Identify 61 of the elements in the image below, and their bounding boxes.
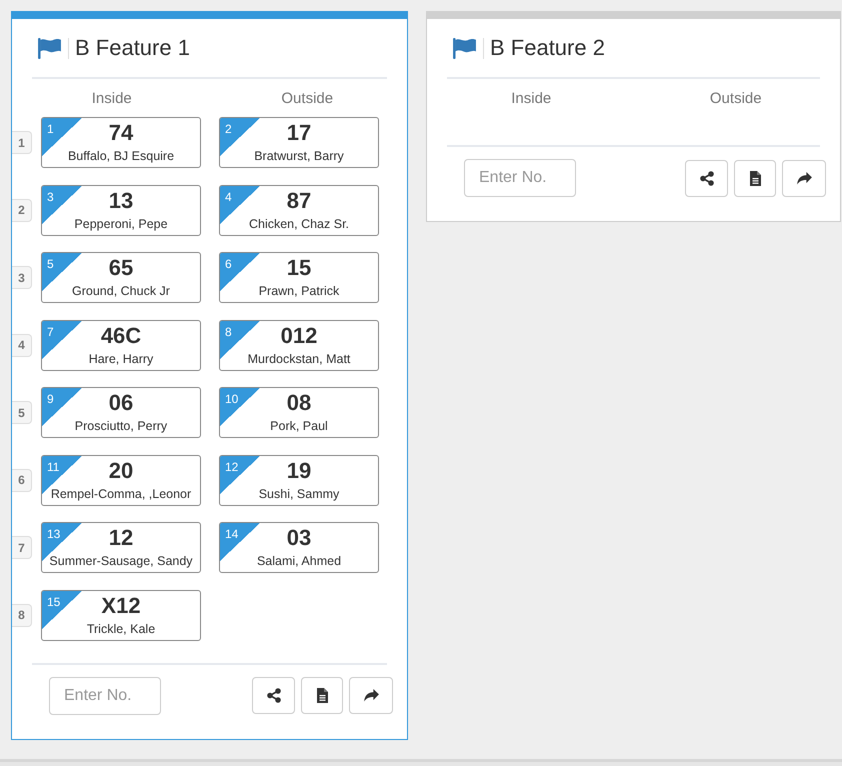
card-number: 06 bbox=[108, 390, 134, 416]
panel-title: B Feature 2 bbox=[490, 35, 605, 61]
row-number: 7 bbox=[12, 536, 32, 559]
document-icon bbox=[316, 688, 328, 703]
player-name: Prawn, Patrick bbox=[258, 283, 340, 299]
card-number: 46C bbox=[100, 322, 142, 348]
player-name: Pork, Paul bbox=[270, 418, 328, 434]
number-input[interactable]: Enter No. bbox=[464, 159, 576, 197]
row-number: 1 bbox=[12, 131, 32, 154]
document-button[interactable] bbox=[734, 160, 776, 196]
share-icon bbox=[700, 170, 714, 186]
player-card[interactable]: 12 19 Sushi, Sammy bbox=[219, 454, 379, 506]
player-card[interactable]: 15 X12 Trickle, Kale bbox=[41, 590, 201, 640]
share-button[interactable] bbox=[685, 160, 728, 196]
row-number: 2 bbox=[12, 198, 32, 222]
position-badge: 10 bbox=[220, 388, 260, 426]
player-name: Trickle, Kale bbox=[86, 620, 156, 636]
column-heading: Inside bbox=[511, 89, 552, 109]
card-number: 03 bbox=[286, 525, 312, 551]
card-number: 17 bbox=[286, 120, 312, 146]
card-number: X12 bbox=[101, 592, 141, 618]
column-heading: Outside bbox=[281, 89, 334, 109]
row-number: 3 bbox=[12, 266, 32, 289]
curved-arrow-icon bbox=[364, 689, 378, 702]
player-card[interactable]: 7 46C Hare, Harry bbox=[41, 320, 201, 370]
share-button[interactable] bbox=[252, 677, 295, 714]
player-card[interactable]: 10 08 Pork, Paul bbox=[219, 387, 379, 438]
document-icon bbox=[750, 170, 760, 186]
position-badge: 15 bbox=[42, 590, 82, 628]
player-name: Hare, Harry bbox=[88, 350, 154, 366]
row-number: 4 bbox=[12, 334, 32, 356]
flag-icon bbox=[38, 38, 61, 58]
number-input[interactable]: Enter No. bbox=[49, 676, 161, 714]
position-badge: 7 bbox=[42, 320, 82, 358]
card-number: 15 bbox=[286, 255, 312, 281]
card-number: 19 bbox=[286, 458, 312, 484]
row-number: 5 bbox=[12, 401, 32, 424]
card-number: 12 bbox=[108, 525, 134, 551]
card-number: 012 bbox=[280, 322, 318, 348]
position-badge: 6 bbox=[220, 253, 260, 291]
forward-button[interactable] bbox=[782, 160, 826, 196]
flag-icon bbox=[453, 38, 476, 58]
card-number: 65 bbox=[108, 255, 134, 281]
document-button[interactable] bbox=[301, 677, 343, 714]
share-icon bbox=[266, 688, 280, 703]
player-name: Sushi, Sammy bbox=[258, 486, 340, 502]
row-number: 8 bbox=[12, 604, 32, 626]
forward-button[interactable] bbox=[349, 677, 393, 714]
card-number: 20 bbox=[108, 458, 134, 484]
column-heading: Inside bbox=[92, 89, 132, 109]
card-number: 08 bbox=[286, 390, 312, 416]
row-number: 6 bbox=[12, 468, 32, 492]
curved-arrow-icon bbox=[796, 172, 812, 184]
player-card[interactable]: 6 15 Prawn, Patrick bbox=[219, 252, 379, 303]
position-badge: 12 bbox=[220, 456, 260, 494]
card-number: 87 bbox=[286, 188, 312, 214]
player-card[interactable]: 14 03 Salami, Ahmed bbox=[219, 522, 379, 573]
column-heading: Outside bbox=[710, 89, 762, 109]
card-number: 74 bbox=[108, 120, 134, 146]
card-number: 13 bbox=[108, 188, 134, 214]
panel-title: B Feature 1 bbox=[75, 35, 190, 61]
